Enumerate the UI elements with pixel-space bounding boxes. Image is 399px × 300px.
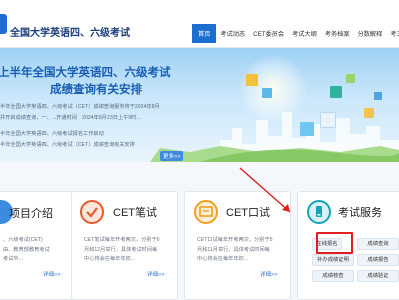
hero-banner: 上半年全国大学英语四、六级考试 成绩查询有关安排 半年全国大学英语四、六级考试（…	[0, 48, 399, 162]
nav-cet-committee[interactable]: CET委员会	[249, 26, 288, 43]
reissue-certificate-button[interactable]: 补办成绩证明	[312, 254, 354, 266]
card-text-line: 中心将会在每年年初...	[84, 256, 136, 262]
main-nav: 首页 考试动态 CET委员会 考试大纲 考务档案 分数解释 考三问题	[192, 24, 399, 43]
card-text-line: 月和12月举行，具体考试时间每	[84, 246, 158, 253]
banner-news-link[interactable]: 半年全国大学英语四、六级考试（CET）成绩查询有关安排	[0, 141, 135, 148]
card-title: CET笔试	[113, 207, 157, 219]
site-title[interactable]: 全国大学英语四、六级考试	[10, 24, 130, 39]
certificate-icon	[194, 200, 218, 224]
banner-summary-line: 半年全国大学英语四、六级考试（CET）成绩查询服务将于2024年8月	[0, 104, 160, 110]
card-text-line: 、六级考试(CET)	[3, 237, 43, 243]
cet-written-card[interactable]: CET笔试 CET笔试每年开考两次，分别于6 月和12月举行，具体考试时间每 中…	[71, 191, 178, 300]
nav-syllabus[interactable]: 考试大纲	[288, 26, 321, 43]
decor-cube	[364, 108, 374, 118]
nav-exam-news[interactable]: 考试动态	[216, 26, 249, 43]
card-text-line: CET口试每年开考两次，分别于5	[197, 237, 273, 243]
card-title: CET口试	[226, 207, 270, 219]
card-text-line: 中心将会在每年年初...	[197, 256, 249, 262]
highlight-box	[316, 232, 353, 254]
nav-archive[interactable]: 考务档案	[321, 26, 354, 43]
decor-cube	[262, 88, 272, 98]
project-intro-card[interactable]: 项目介绍 、六级考试(CET) 由、教育部教育考试 考试中... 详细>>	[0, 191, 82, 300]
site-header: 全国大学英语四、六级考试 首页 考试动态 CET委员会 考试大纲 考务档案 分数…	[0, 0, 399, 48]
decor-cube	[346, 74, 355, 83]
decor-cube	[246, 74, 258, 86]
card-text-line: 由、教育部教育考试	[3, 246, 50, 253]
banner-title-line2[interactable]: 成绩查询有关安排	[50, 81, 142, 97]
phone-icon	[307, 200, 331, 224]
more-button[interactable]: 更多>>	[160, 151, 184, 161]
score-query-button[interactable]: 成绩查询	[357, 238, 399, 250]
detail-link[interactable]: 详细>>	[147, 270, 164, 278]
decor-cube	[330, 86, 342, 98]
score-review-button[interactable]: 成绩核查	[312, 270, 354, 282]
nav-score-explanation[interactable]: 分数解释	[354, 26, 387, 43]
nav-faq[interactable]: 考三问题	[386, 26, 399, 43]
nav-home[interactable]: 首页	[192, 24, 217, 43]
banner-summary-line: 并开启成绩查询，一、...开通时间 2024年8月23日上午9时...	[0, 115, 141, 121]
decor-cube	[320, 112, 336, 128]
card-text-line: 月和11月举行，具体考试时间每	[197, 246, 270, 253]
detail-link[interactable]: 详细>>	[260, 270, 277, 278]
card-description: 、六级考试(CET) 由、教育部教育考试 考试中...	[3, 236, 50, 265]
decor-cube	[374, 92, 382, 100]
card-description: CET口试每年开考两次，分别于5 月和11月举行，具体考试时间每 中心将会在每年…	[197, 236, 273, 265]
cet-oral-card[interactable]: CET口试 CET口试每年开考两次，分别于5 月和11月举行，具体考试时间每 中…	[184, 191, 291, 300]
card-title: 项目介绍	[9, 208, 53, 220]
checkmark-icon	[80, 200, 104, 224]
detail-link[interactable]: 详细>>	[43, 270, 60, 278]
banner-title-line1[interactable]: 上半年全国大学英语四、六级考试	[0, 64, 171, 80]
score-report-button[interactable]: 成绩报告	[357, 254, 399, 266]
score-verify-button[interactable]: 成绩验证	[357, 270, 399, 282]
decor-cube	[300, 122, 314, 136]
card-text-line: 考试中...	[3, 256, 23, 262]
site-logo	[0, 14, 7, 34]
card-title: 考试服务	[338, 207, 382, 219]
card-description: CET笔试每年开考两次，分别于6 月和12月举行，具体考试时间每 中心将会在每年…	[84, 236, 160, 265]
banner-news-link[interactable]: 半年全国大学英语四、六级考试报名工作启动	[0, 130, 104, 137]
card-text-line: CET笔试每年开考两次，分别于6	[84, 237, 160, 243]
